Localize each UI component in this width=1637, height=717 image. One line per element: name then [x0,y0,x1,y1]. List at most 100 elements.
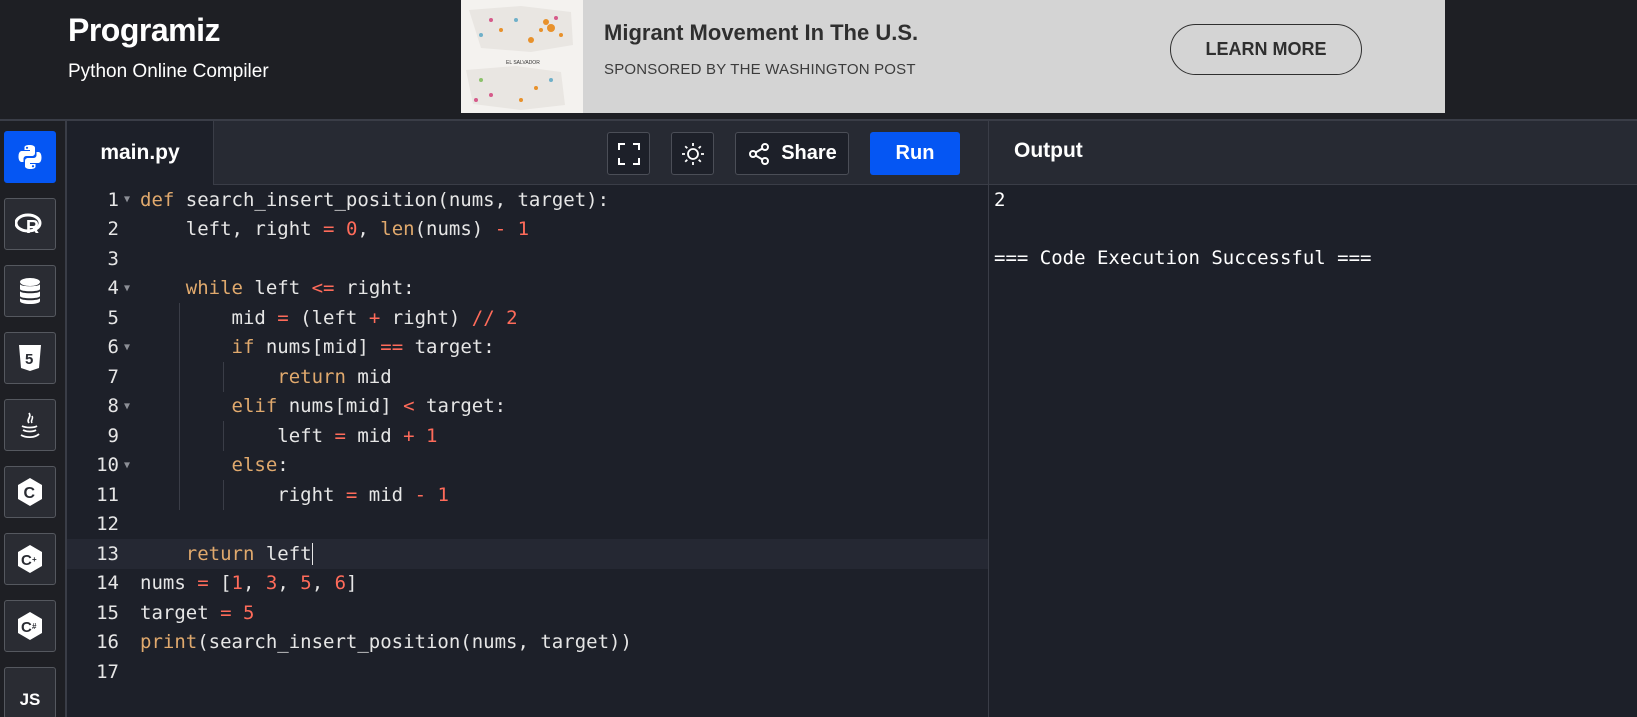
c-language-button[interactable]: C [4,466,56,518]
html5-icon: 5 [19,345,41,371]
run-button[interactable]: Run [870,132,960,175]
fold-arrow-icon[interactable]: ▼ [119,283,135,294]
line-number: 7 [107,365,119,388]
line-number: 3 [107,247,119,270]
tab-main-py[interactable]: main.py [67,121,214,185]
r-icon: R [15,213,42,236]
code-line: 11 right = mid - 1 [67,480,988,510]
programiz-logo[interactable]: Programiz [68,12,269,49]
fold-arrow-icon[interactable]: ▼ [119,342,135,353]
editor-toolbar: main.py Share Run [67,121,988,185]
output-line: === Code Execution Successful === [994,247,1372,269]
code-line: 1 ▼ def search_insert_position(nums, targ… [67,185,988,215]
code-text: left = mid + 1 [140,424,438,447]
svg-text:C: C [24,485,36,502]
sun-icon [681,142,704,165]
r-language-button[interactable]: R [4,198,56,250]
line-number: 13 [96,542,119,565]
svg-text:C: C [21,552,32,569]
svg-text:5: 5 [25,351,33,368]
line-number: 16 [96,631,119,654]
line-number: 17 [96,660,119,683]
code-line: 3 [67,244,988,274]
code-line: 16 print(search_insert_position(nums, ta… [67,628,988,658]
svg-text:+: + [32,555,37,564]
fold-arrow-icon[interactable]: ▼ [119,401,135,412]
line-number: 6 [107,336,119,359]
output-title: Output [1014,139,1083,162]
code-line: 4 ▼ while left <= right: [67,274,988,304]
code-line: 12 [67,510,988,540]
line-number: 1 [107,188,119,211]
fold-arrow-icon[interactable]: ▼ [119,194,135,205]
database-icon [20,278,40,304]
code-text: return left [185,542,314,565]
code-text: target = 5 [140,601,255,624]
code-text: def search_insert_position(nums, target)… [140,188,610,211]
code-line: 7 return mid [67,362,988,392]
cpp-language-button[interactable]: C + [4,533,56,585]
python-icon [18,145,42,169]
python-language-button[interactable] [4,131,56,183]
learn-more-button[interactable]: LEARN MORE [1170,24,1362,75]
line-number: 15 [96,601,119,624]
code-text: nums = [1, 3, 5, 6] [140,572,358,595]
line-number: 4 [107,277,119,300]
code-line: 15 target = 5 [67,598,988,628]
code-text: elif nums[mid] < target: [231,395,507,418]
share-label: Share [781,142,837,164]
code-text: return mid [277,365,392,388]
top-header: Programiz Python Online Compiler EL SALV… [0,0,1637,121]
svg-text:#: # [32,622,37,631]
html-language-button[interactable]: 5 [4,332,56,384]
line-number: 11 [96,483,119,506]
share-icon [749,142,770,165]
line-number: 10 [96,454,119,477]
line-number: 5 [107,306,119,329]
ad-sponsor: SPONSORED BY THE WASHINGTON POST [604,61,916,78]
logo-text: Programiz [68,12,220,48]
java-icon [20,412,40,439]
line-number: 14 [96,572,119,595]
code-text: print(search_insert_position(nums, targe… [140,631,632,654]
code-line: 8 ▼ elif nums[mid] < target: [67,391,988,421]
c-icon: C [18,478,42,506]
fullscreen-button[interactable] [607,132,650,175]
code-text: left, right = 0, len(nums) - 1 [140,218,530,241]
fullscreen-icon [617,142,640,165]
brand[interactable]: Programiz Python Online Compiler [68,12,269,83]
sql-language-button[interactable] [4,265,56,317]
line-number: 12 [96,513,119,536]
share-button[interactable]: Share [735,132,849,175]
code-text: mid = (left + right) // 2 [140,306,518,329]
svg-text:EL SALVADOR: EL SALVADOR [506,60,540,66]
page-subtitle: Python Online Compiler [68,61,269,82]
code-text: while left <= right: [185,277,415,300]
code-editor[interactable]: 1 ▼ def search_insert_position(nums, targ… [67,185,988,717]
code-line: 10 ▼ else: [67,450,988,480]
ad-title[interactable]: Migrant Movement In The U.S. [604,20,918,46]
code-text: if nums[mid] == target: [231,336,495,359]
csharp-language-button[interactable]: C # [4,600,56,652]
line-number: 9 [107,424,119,447]
theme-toggle-button[interactable] [671,132,714,175]
language-sidebar: R 5 C C + C # JS [0,121,67,717]
ad-banner[interactable]: EL SALVADOR Migrant Movement In The U.S.… [461,0,1445,113]
svg-text:C: C [21,619,32,636]
js-language-button[interactable]: JS [4,667,56,717]
line-number: 2 [107,218,119,241]
code-line: 6 ▼ if nums[mid] == target: [67,332,988,362]
ad-map-image: EL SALVADOR [461,0,583,113]
fold-arrow-icon[interactable]: ▼ [119,460,135,471]
code-line: 2 left, right = 0, len(nums) - 1 [67,215,988,245]
output-panel[interactable]: 2 === Code Execution Successful === [988,185,1637,717]
code-text: else: [231,454,289,477]
code-line: 14 nums = [1, 3, 5, 6] [67,569,988,599]
code-line: 9 left = mid + 1 [67,421,988,451]
text-cursor [311,543,314,565]
code-line: 17 [67,657,988,687]
output-line: 2 [994,189,1006,211]
cpp-icon: C + [18,545,42,573]
output-header: Output [988,121,1637,185]
java-language-button[interactable] [4,399,56,451]
